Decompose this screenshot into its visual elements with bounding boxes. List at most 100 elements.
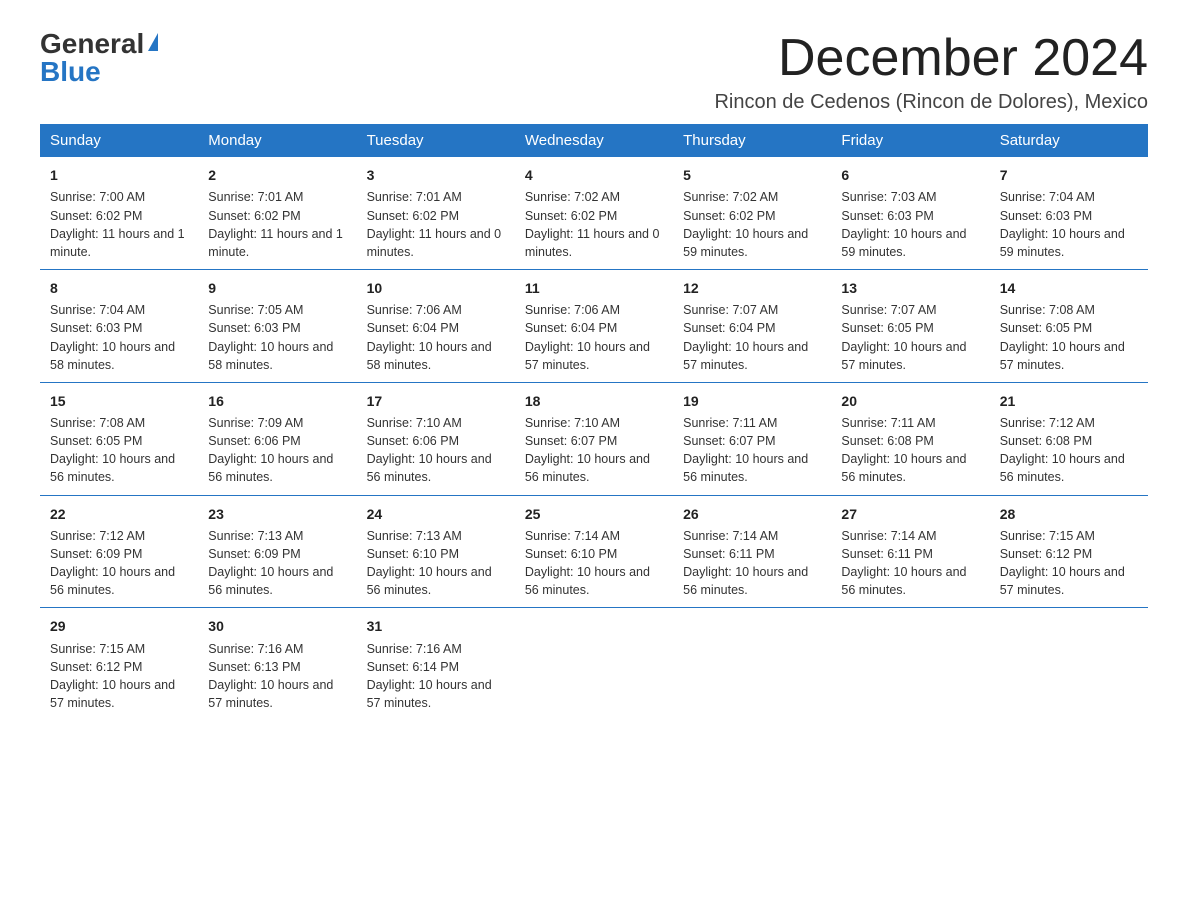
calendar-cell: 6 Sunrise: 7:03 AMSunset: 6:03 PMDaylight… <box>831 157 989 269</box>
day-info: Sunrise: 7:14 AMSunset: 6:10 PMDaylight:… <box>525 527 663 600</box>
day-info: Sunrise: 7:16 AMSunset: 6:13 PMDaylight:… <box>208 640 346 713</box>
day-number: 26 <box>683 504 821 524</box>
day-number: 6 <box>841 165 979 185</box>
day-number: 21 <box>1000 391 1138 411</box>
logo-text-general: General <box>40 30 144 58</box>
day-info: Sunrise: 7:15 AMSunset: 6:12 PMDaylight:… <box>50 640 188 713</box>
calendar-week-5: 29 Sunrise: 7:15 AMSunset: 6:12 PMDayligh… <box>40 608 1148 720</box>
calendar-week-2: 8Sunrise: 7:04 AMSunset: 6:03 PMDaylight… <box>40 269 1148 382</box>
day-number: 2 <box>208 165 346 185</box>
day-number: 23 <box>208 504 346 524</box>
calendar-cell: 12 Sunrise: 7:07 AMSunset: 6:04 PMDayligh… <box>673 269 831 382</box>
day-number: 16 <box>208 391 346 411</box>
calendar-cell <box>990 608 1148 720</box>
calendar-cell: 21Sunrise: 7:12 AMSunset: 6:08 PMDayligh… <box>990 382 1148 495</box>
title-area: December 2024 Rincon de Cedenos (Rincon … <box>714 30 1148 114</box>
logo-general: General <box>40 30 158 58</box>
calendar-cell: 7 Sunrise: 7:04 AMSunset: 6:03 PMDaylight… <box>990 157 1148 269</box>
calendar-week-4: 22 Sunrise: 7:12 AMSunset: 6:09 PMDayligh… <box>40 495 1148 608</box>
day-info: Sunrise: 7:02 AMSunset: 6:02 PMDaylight:… <box>525 188 663 261</box>
calendar-cell: 10 Sunrise: 7:06 AMSunset: 6:04 PMDayligh… <box>357 269 515 382</box>
calendar-cell: 27 Sunrise: 7:14 AMSunset: 6:11 PMDayligh… <box>831 495 989 608</box>
day-number: 7 <box>1000 165 1138 185</box>
day-number: 27 <box>841 504 979 524</box>
day-number: 13 <box>841 278 979 298</box>
calendar-cell <box>831 608 989 720</box>
day-info: Sunrise: 7:13 AMSunset: 6:09 PMDaylight:… <box>208 527 346 600</box>
day-number: 18 <box>525 391 663 411</box>
day-number: 25 <box>525 504 663 524</box>
day-number: 31 <box>367 616 505 636</box>
calendar-table: SundayMondayTuesdayWednesdayThursdayFrid… <box>40 124 1148 720</box>
calendar-week-1: 1Sunrise: 7:00 AMSunset: 6:02 PMDaylight… <box>40 157 1148 269</box>
day-number: 11 <box>525 278 663 298</box>
day-number: 30 <box>208 616 346 636</box>
day-number: 10 <box>367 278 505 298</box>
header-saturday: Saturday <box>990 124 1148 157</box>
calendar-cell: 9 Sunrise: 7:05 AMSunset: 6:03 PMDaylight… <box>198 269 356 382</box>
calendar-cell: 11 Sunrise: 7:06 AMSunset: 6:04 PMDayligh… <box>515 269 673 382</box>
day-info: Sunrise: 7:10 AMSunset: 6:07 PMDaylight:… <box>525 414 663 487</box>
logo: General Blue <box>40 30 158 86</box>
day-number: 15 <box>50 391 188 411</box>
day-info: Sunrise: 7:10 AMSunset: 6:06 PMDaylight:… <box>367 414 505 487</box>
calendar-cell: 28Sunrise: 7:15 AMSunset: 6:12 PMDayligh… <box>990 495 1148 608</box>
day-number: 12 <box>683 278 821 298</box>
day-number: 24 <box>367 504 505 524</box>
day-number: 3 <box>367 165 505 185</box>
calendar-week-3: 15 Sunrise: 7:08 AMSunset: 6:05 PMDayligh… <box>40 382 1148 495</box>
calendar-cell: 23 Sunrise: 7:13 AMSunset: 6:09 PMDayligh… <box>198 495 356 608</box>
calendar-cell: 17 Sunrise: 7:10 AMSunset: 6:06 PMDayligh… <box>357 382 515 495</box>
day-info: Sunrise: 7:00 AMSunset: 6:02 PMDaylight:… <box>50 188 188 261</box>
day-info: Sunrise: 7:06 AMSunset: 6:04 PMDaylight:… <box>525 301 663 374</box>
day-info: Sunrise: 7:14 AMSunset: 6:11 PMDaylight:… <box>683 527 821 600</box>
day-info: Sunrise: 7:08 AMSunset: 6:05 PMDaylight:… <box>50 414 188 487</box>
day-info: Sunrise: 7:05 AMSunset: 6:03 PMDaylight:… <box>208 301 346 374</box>
day-number: 19 <box>683 391 821 411</box>
header-monday: Monday <box>198 124 356 157</box>
header-wednesday: Wednesday <box>515 124 673 157</box>
day-info: Sunrise: 7:12 AMSunset: 6:09 PMDaylight:… <box>50 527 188 600</box>
page-header: General Blue December 2024 Rincon de Ced… <box>40 30 1148 114</box>
day-info: Sunrise: 7:06 AMSunset: 6:04 PMDaylight:… <box>367 301 505 374</box>
calendar-cell: 31 Sunrise: 7:16 AMSunset: 6:14 PMDayligh… <box>357 608 515 720</box>
day-number: 17 <box>367 391 505 411</box>
header-sunday: Sunday <box>40 124 198 157</box>
day-info: Sunrise: 7:14 AMSunset: 6:11 PMDaylight:… <box>841 527 979 600</box>
day-info: Sunrise: 7:01 AMSunset: 6:02 PMDaylight:… <box>208 188 346 261</box>
day-number: 22 <box>50 504 188 524</box>
day-info: Sunrise: 7:11 AMSunset: 6:08 PMDaylight:… <box>841 414 979 487</box>
day-number: 5 <box>683 165 821 185</box>
day-info: Sunrise: 7:11 AMSunset: 6:07 PMDaylight:… <box>683 414 821 487</box>
day-info: Sunrise: 7:16 AMSunset: 6:14 PMDaylight:… <box>367 640 505 713</box>
calendar-cell: 1Sunrise: 7:00 AMSunset: 6:02 PMDaylight… <box>40 157 198 269</box>
calendar-cell: 8Sunrise: 7:04 AMSunset: 6:03 PMDaylight… <box>40 269 198 382</box>
header-friday: Friday <box>831 124 989 157</box>
location-subtitle: Rincon de Cedenos (Rincon de Dolores), M… <box>714 91 1148 114</box>
calendar-cell: 19 Sunrise: 7:11 AMSunset: 6:07 PMDayligh… <box>673 382 831 495</box>
day-number: 4 <box>525 165 663 185</box>
calendar-cell: 4 Sunrise: 7:02 AMSunset: 6:02 PMDaylight… <box>515 157 673 269</box>
day-info: Sunrise: 7:07 AMSunset: 6:05 PMDaylight:… <box>841 301 979 374</box>
day-info: Sunrise: 7:03 AMSunset: 6:03 PMDaylight:… <box>841 188 979 261</box>
day-info: Sunrise: 7:02 AMSunset: 6:02 PMDaylight:… <box>683 188 821 261</box>
day-number: 29 <box>50 616 188 636</box>
day-number: 20 <box>841 391 979 411</box>
calendar-cell: 3 Sunrise: 7:01 AMSunset: 6:02 PMDaylight… <box>357 157 515 269</box>
day-info: Sunrise: 7:04 AMSunset: 6:03 PMDaylight:… <box>50 301 188 374</box>
day-info: Sunrise: 7:07 AMSunset: 6:04 PMDaylight:… <box>683 301 821 374</box>
day-number: 14 <box>1000 278 1138 298</box>
day-number: 9 <box>208 278 346 298</box>
calendar-cell: 26 Sunrise: 7:14 AMSunset: 6:11 PMDayligh… <box>673 495 831 608</box>
calendar-cell: 22 Sunrise: 7:12 AMSunset: 6:09 PMDayligh… <box>40 495 198 608</box>
day-info: Sunrise: 7:04 AMSunset: 6:03 PMDaylight:… <box>1000 188 1138 261</box>
calendar-cell: 29 Sunrise: 7:15 AMSunset: 6:12 PMDayligh… <box>40 608 198 720</box>
calendar-cell: 15 Sunrise: 7:08 AMSunset: 6:05 PMDayligh… <box>40 382 198 495</box>
calendar-cell <box>673 608 831 720</box>
calendar-cell <box>515 608 673 720</box>
day-info: Sunrise: 7:15 AMSunset: 6:12 PMDaylight:… <box>1000 527 1138 600</box>
calendar-cell: 5 Sunrise: 7:02 AMSunset: 6:02 PMDaylight… <box>673 157 831 269</box>
calendar-cell: 16Sunrise: 7:09 AMSunset: 6:06 PMDayligh… <box>198 382 356 495</box>
logo-triangle-icon <box>148 33 158 51</box>
day-info: Sunrise: 7:01 AMSunset: 6:02 PMDaylight:… <box>367 188 505 261</box>
